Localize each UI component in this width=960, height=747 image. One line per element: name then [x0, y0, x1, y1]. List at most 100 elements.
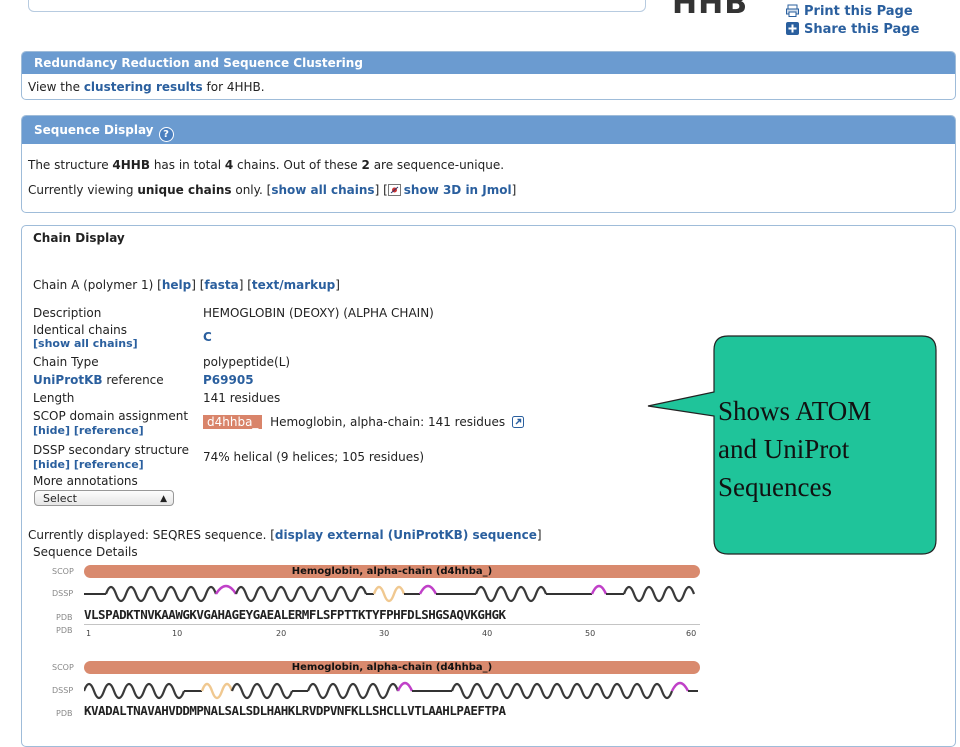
scop-value-row: d4hhba_ Hemoglobin, alpha-chain: 141 res… — [203, 415, 530, 429]
dssp-helix-2c — [306, 682, 400, 700]
share-page-label: Share this Page — [804, 22, 920, 37]
dssp-helix-1d — [622, 585, 696, 603]
track-label-pdb-2: PDB — [56, 709, 73, 718]
tick-label-50: 50 — [585, 629, 596, 638]
length-label: Length — [33, 391, 75, 405]
dssp-track-1 — [84, 584, 696, 603]
track-label-pdb-1: PDB — [56, 613, 73, 622]
tick-label-1: 1 — [86, 629, 92, 638]
show-all-chains-identical-link[interactable]: [show all chains] — [33, 337, 138, 350]
plus-icon — [786, 22, 799, 35]
redundancy-text: View the clustering results for 4HHB. — [28, 80, 265, 94]
identical-chain-value[interactable]: C — [203, 330, 212, 344]
uniprotkb-link[interactable]: UniProtKB — [33, 373, 103, 387]
unique-chains-label: unique chains — [137, 183, 232, 197]
scop-hide-reference-links[interactable]: [hide] [reference] — [33, 424, 144, 437]
callout-line-1: Shows ATOM — [718, 396, 872, 426]
sequence-row-1[interactable]: VLSPADKTNVKAAWGKVGAHAGEYGAEALERMFLSFPTTK… — [84, 607, 506, 622]
track-label-scop-1: SCOP — [52, 567, 74, 576]
tick-label-40: 40 — [482, 629, 493, 638]
dssp-310-2a — [200, 682, 234, 700]
chain-type-label: Chain Type — [33, 355, 99, 369]
text-markup-link[interactable]: text/markup — [252, 278, 335, 292]
currently-displayed-line: Currently displayed: SEQRES sequence. [d… — [28, 528, 542, 542]
share-page-link[interactable]: Share this Page — [786, 22, 919, 37]
structure-summary-line: The structure 4HHB has in total 4 chains… — [28, 158, 504, 172]
dssp-label: DSSP secondary structure — [33, 443, 189, 457]
callout-line-3: Sequences — [718, 472, 832, 502]
sequence-row-2[interactable]: KVADALTNAVAHVDDMPNALSALSDLHAHKLRVDPVNFKL… — [84, 703, 506, 718]
search-box-remnant — [28, 0, 646, 12]
redundancy-text-pre: View the — [28, 80, 84, 94]
dssp-turn-1c — [590, 584, 608, 595]
dssp-hide-reference-links[interactable]: [hide] [reference] — [33, 458, 144, 471]
select-value: Select — [43, 492, 77, 505]
show-all-chains-link[interactable]: show all chains — [271, 183, 374, 197]
viewing-text-2: only. [ — [231, 183, 272, 197]
pdb-logo: HHB — [672, 0, 749, 21]
sequence-display-title: Sequence Display — [34, 123, 154, 137]
show-3d-jmol-link[interactable]: show 3D in Jmol — [404, 183, 512, 197]
identical-chains-label: Identical chains — [33, 323, 128, 337]
chain-count: 4 — [224, 158, 234, 172]
dssp-track-2 — [84, 681, 698, 700]
sequence-details-label: Sequence Details — [33, 545, 138, 559]
chain-sep-2: ] [ — [238, 278, 252, 292]
track-label-pdb-ticks: PDB — [56, 626, 73, 635]
track-label-scop-2: SCOP — [52, 663, 74, 672]
length-value: 141 residues — [203, 391, 281, 405]
scop-description: Hemoglobin, alpha-chain: 141 residues — [270, 415, 506, 429]
description-value: HEMOGLOBIN (DEOXY) (ALPHA CHAIN) — [203, 306, 434, 320]
dssp-helix-2d — [450, 682, 674, 700]
chain-type-value: polypeptide(L) — [203, 355, 291, 369]
dssp-helix-1a — [104, 585, 218, 603]
dssp-helix-1c — [474, 585, 548, 603]
scop-domain-bar-2[interactable]: Hemoglobin, alpha-chain (d4hhba_) — [84, 661, 700, 674]
redundancy-panel: Redundancy Reduction and Sequence Cluste… — [21, 51, 956, 100]
dssp-helix-2a — [84, 682, 186, 700]
description-label: Description — [33, 306, 102, 320]
callout-line-2: and UniProt — [718, 434, 850, 464]
callout-text: Shows ATOM and UniProt Sequences — [718, 392, 871, 506]
jmol-icon[interactable] — [387, 184, 401, 196]
viewing-text-4: ] — [511, 183, 517, 197]
chain-display-title: Chain Display — [33, 231, 125, 245]
tick-label-60: 60 — [686, 629, 697, 638]
viewing-text-1: Currently viewing — [28, 183, 138, 197]
help-icon[interactable]: ? — [158, 127, 174, 142]
chain-help-link[interactable]: help — [162, 278, 191, 292]
track-label-dssp-2: DSSP — [52, 686, 74, 695]
summary-text-1: The structure — [28, 158, 113, 172]
sequence-display-header: Sequence Display? — [22, 116, 955, 144]
redundancy-panel-title: Redundancy Reduction and Sequence Cluste… — [22, 52, 955, 74]
clustering-results-link[interactable]: clustering results — [84, 80, 203, 94]
structure-id: 4HHB — [112, 158, 150, 172]
dssp-helix-1b — [234, 585, 368, 603]
tick-label-30: 30 — [379, 629, 390, 638]
viewing-text-3: ] [ — [374, 183, 388, 197]
uniprot-reference-label: UniProtKB reference — [33, 373, 164, 387]
redundancy-text-post: for 4HHB. — [202, 80, 265, 94]
scop-domain-badge[interactable]: d4hhba_ — [203, 415, 263, 429]
dssp-turn-2a — [396, 681, 414, 692]
viewing-line: Currently viewing unique chains only. [s… — [28, 183, 516, 197]
scop-domain-bar-1[interactable]: Hemoglobin, alpha-chain (d4hhba_) — [84, 565, 700, 578]
external-link-icon[interactable] — [511, 416, 525, 429]
dssp-helix-2b — [230, 682, 294, 700]
unique-count: 2 — [361, 158, 370, 172]
sequence-display-panel: Sequence Display? The structure 4HHB has… — [21, 115, 956, 213]
fasta-link[interactable]: fasta — [204, 278, 238, 292]
printer-icon — [786, 4, 799, 17]
dssp-turn-1b — [418, 584, 438, 595]
chain-a-text: Chain A (polymer 1) [ — [33, 278, 162, 292]
displayed-close: ] — [536, 528, 542, 542]
summary-text-3: chains. Out of these — [233, 158, 362, 172]
scop-label: SCOP domain assignment — [33, 409, 189, 423]
print-page-link[interactable]: Print this Page — [786, 4, 913, 19]
dssp-turn-1a — [214, 584, 238, 595]
uniprot-accession-link[interactable]: P69905 — [203, 373, 254, 387]
more-annotations-label: More annotations — [33, 474, 138, 488]
chain-sep-1: ] [ — [191, 278, 205, 292]
display-external-uniprot-link[interactable]: display external (UniProtKB) sequence — [275, 528, 537, 542]
more-annotations-select[interactable]: Select ▲ — [34, 490, 174, 506]
